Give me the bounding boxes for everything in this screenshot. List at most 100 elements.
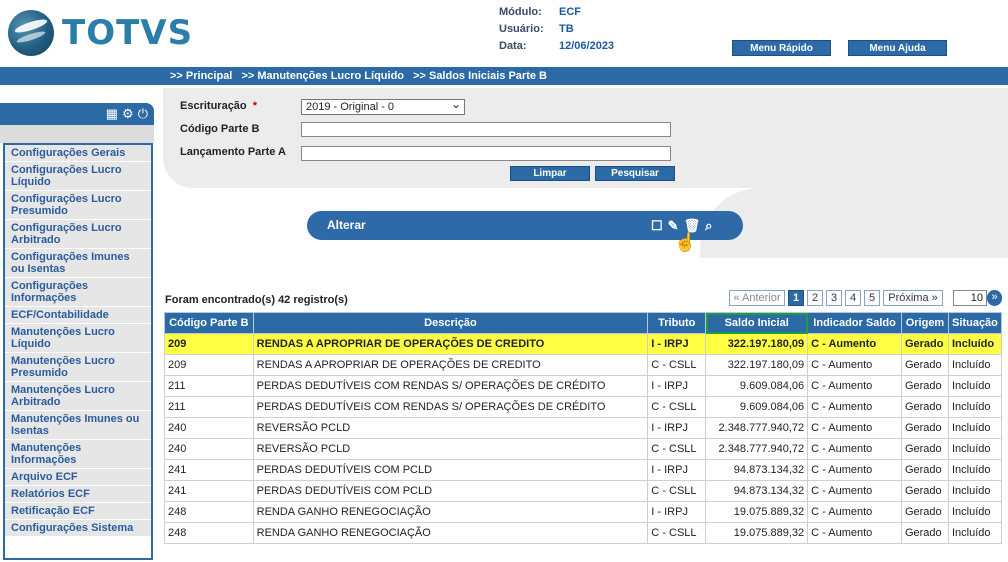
escrituracao-select[interactable]: 2019 - Original - 0 xyxy=(301,97,465,115)
column-header[interactable]: Indicador Saldo xyxy=(807,312,902,334)
sidebar-item[interactable]: Configurações Imunes ou Isentas xyxy=(5,249,151,278)
sidebar-item[interactable]: Manutenções Informações xyxy=(5,440,151,469)
table-row[interactable]: 209 RENDAS A APROPRIAR DE OPERAÇÕES DE CR… xyxy=(164,354,1003,376)
table-cell: Gerado xyxy=(900,438,949,460)
codigo-parte-b-input[interactable] xyxy=(301,122,671,137)
last-page-icon[interactable]: » xyxy=(987,290,1002,306)
table-cell: C - CSLL xyxy=(647,522,707,544)
sidebar-item[interactable]: ECF/Contabilidade xyxy=(5,307,151,324)
table-cell: Incluído xyxy=(947,417,1003,439)
menu-ajuda-button[interactable]: Menu Ajuda xyxy=(848,40,947,56)
table-cell: C - Aumento xyxy=(807,438,902,460)
page-size-input[interactable]: 10 xyxy=(953,290,987,306)
sidebar-item[interactable]: Manutenções Imunes ou Isentas xyxy=(5,411,151,440)
table-cell: Gerado xyxy=(900,417,949,439)
search-icon[interactable]: ⌕ xyxy=(705,211,712,240)
power-icon[interactable]: ⏻ xyxy=(138,106,148,122)
table-row[interactable]: 211 PERDAS DEDUTÍVEIS COM RENDAS S/ OPERA… xyxy=(164,375,1003,397)
sidebar-item[interactable]: Relatórios ECF xyxy=(5,486,151,503)
sidebar-item[interactable]: Configurações Gerais xyxy=(5,145,151,162)
table-row[interactable]: 240 REVERSÃO PCLD I - IRPJ 2.348.777.940,72… xyxy=(164,417,1003,439)
table-cell: I - IRPJ xyxy=(647,501,707,523)
page-5-button[interactable]: 5 xyxy=(864,290,880,306)
previous-page-button[interactable]: « Anterior xyxy=(729,290,785,306)
column-header[interactable]: Origem xyxy=(900,312,949,334)
required-mark: * xyxy=(252,100,258,112)
page-3-button[interactable]: 3 xyxy=(826,290,842,306)
table-cell: Gerado xyxy=(900,501,949,523)
sidebar-item[interactable]: Configurações Informações xyxy=(5,278,151,307)
table-cell: Gerado xyxy=(900,375,949,397)
table-cell: C - CSLL xyxy=(647,480,707,502)
sidebar-item[interactable]: Configurações Lucro Arbitrado xyxy=(5,220,151,249)
records-found: Foram encontrado(s) 42 registro(s) xyxy=(165,294,348,306)
table-cell: 240 xyxy=(164,438,254,460)
sidebar-item[interactable]: Arquivo ECF xyxy=(5,469,151,486)
column-header[interactable]: Código Parte B xyxy=(164,312,254,334)
table-row[interactable]: 241 PERDAS DEDUTÍVEIS COM PCLD I - IRPJ 94.… xyxy=(164,459,1003,481)
table-row[interactable]: 209 RENDAS A APROPRIAR DE OPERAÇÕES DE CR… xyxy=(164,333,1003,355)
table-cell: I - IRPJ xyxy=(647,333,707,355)
table-cell: Gerado xyxy=(900,354,949,376)
table-row[interactable]: 211 PERDAS DEDUTÍVEIS COM RENDAS S/ OPERA… xyxy=(164,396,1003,418)
page-1-button[interactable]: 1 xyxy=(788,290,804,306)
limpar-button[interactable]: Limpar xyxy=(510,166,590,181)
column-header[interactable]: Situação xyxy=(947,312,1003,334)
sidebar-item[interactable]: Manutenções Lucro Líquido xyxy=(5,324,151,353)
sidebar-item[interactable]: Manutenções Lucro Arbitrado xyxy=(5,382,151,411)
codigo-parte-b-label: Código Parte B xyxy=(180,123,260,135)
table-cell: 19.075.889,32 xyxy=(705,522,809,544)
breadcrumb-item[interactable]: >> Principal xyxy=(170,70,232,82)
page-4-button[interactable]: 4 xyxy=(845,290,861,306)
sidebar-item[interactable]: Configurações Lucro Líquido xyxy=(5,162,151,191)
checkbox-icon[interactable]: ☐ xyxy=(651,211,663,240)
column-header[interactable]: Tributo xyxy=(647,312,707,334)
next-page-button[interactable]: Próxima » xyxy=(883,290,943,306)
table-cell: C - CSLL xyxy=(647,438,707,460)
sidebar-item[interactable]: Retificação ECF xyxy=(5,503,151,520)
table-cell: Incluído xyxy=(947,501,1003,523)
calc-icon[interactable]: ▦ xyxy=(106,106,118,122)
table-cell: 322.197.180,09 xyxy=(705,354,809,376)
table-cell: C - CSLL xyxy=(647,396,707,418)
pesquisar-button[interactable]: Pesquisar xyxy=(595,166,675,181)
brand-name: TOTVS xyxy=(62,13,194,53)
sidebar-menu: Configurações Gerais Configurações Lucro … xyxy=(3,143,153,560)
menu-rapido-button[interactable]: Menu Rápido xyxy=(732,40,831,56)
sidebar-item[interactable]: Manutenções Lucro Presumido xyxy=(5,353,151,382)
pagination: « Anterior 1 2 3 4 5 Próxima » xyxy=(729,290,943,306)
table-cell: C - Aumento xyxy=(807,459,902,481)
breadcrumb-item[interactable]: >> Manutenções Lucro Líquido xyxy=(241,70,404,82)
table-cell: 9.609.084,06 xyxy=(705,396,809,418)
table-header-row: Código Parte B Descrição Tributo Saldo Inic… xyxy=(164,312,1003,334)
table-cell: 322.197.180,09 xyxy=(705,333,809,355)
table-cell: C - Aumento xyxy=(807,417,902,439)
breadcrumb: >> Principal >> Manutenções Lucro Líquid… xyxy=(170,67,553,85)
table-cell: C - Aumento xyxy=(807,480,902,502)
table-cell: 240 xyxy=(164,417,254,439)
column-header[interactable]: Saldo Inicial xyxy=(705,312,809,334)
table-row[interactable]: 248 RENDA GANHO RENEGOCIAÇÃO I - IRPJ 19.07… xyxy=(164,501,1003,523)
table-row[interactable]: 241 PERDAS DEDUTÍVEIS COM PCLD C - CSLL 94.… xyxy=(164,480,1003,502)
table-cell: 94.873.134,32 xyxy=(705,480,809,502)
modulo-value: ECF xyxy=(559,6,581,18)
globe-logo-icon xyxy=(8,10,54,56)
table-cell: Incluído xyxy=(947,396,1003,418)
column-header[interactable]: Descrição xyxy=(252,312,649,334)
page-2-button[interactable]: 2 xyxy=(807,290,823,306)
table-row[interactable]: 248 RENDA GANHO RENEGOCIAÇÃO C - CSLL 19.07… xyxy=(164,522,1003,544)
usuario-value: TB xyxy=(559,23,574,35)
table-row[interactable]: 240 REVERSÃO PCLD C - CSLL 2.348.777.940,72… xyxy=(164,438,1003,460)
table-cell: 248 xyxy=(164,501,254,523)
sidebar-item[interactable]: Configurações Sistema xyxy=(5,520,151,537)
table-cell: 248 xyxy=(164,522,254,544)
table-cell: C - Aumento xyxy=(807,333,902,355)
gear-icon[interactable]: ⚙ xyxy=(122,106,134,122)
table-cell: Incluído xyxy=(947,522,1003,544)
table-cell: C - Aumento xyxy=(807,396,902,418)
session-info: Módulo: ECF Usuário: TB Data: 12/06/2023 xyxy=(499,4,614,55)
sidebar-item[interactable]: Configurações Lucro Presumido xyxy=(5,191,151,220)
table-cell: Incluído xyxy=(947,480,1003,502)
table-cell: 9.609.084,06 xyxy=(705,375,809,397)
lancamento-parte-a-input[interactable] xyxy=(301,146,671,161)
